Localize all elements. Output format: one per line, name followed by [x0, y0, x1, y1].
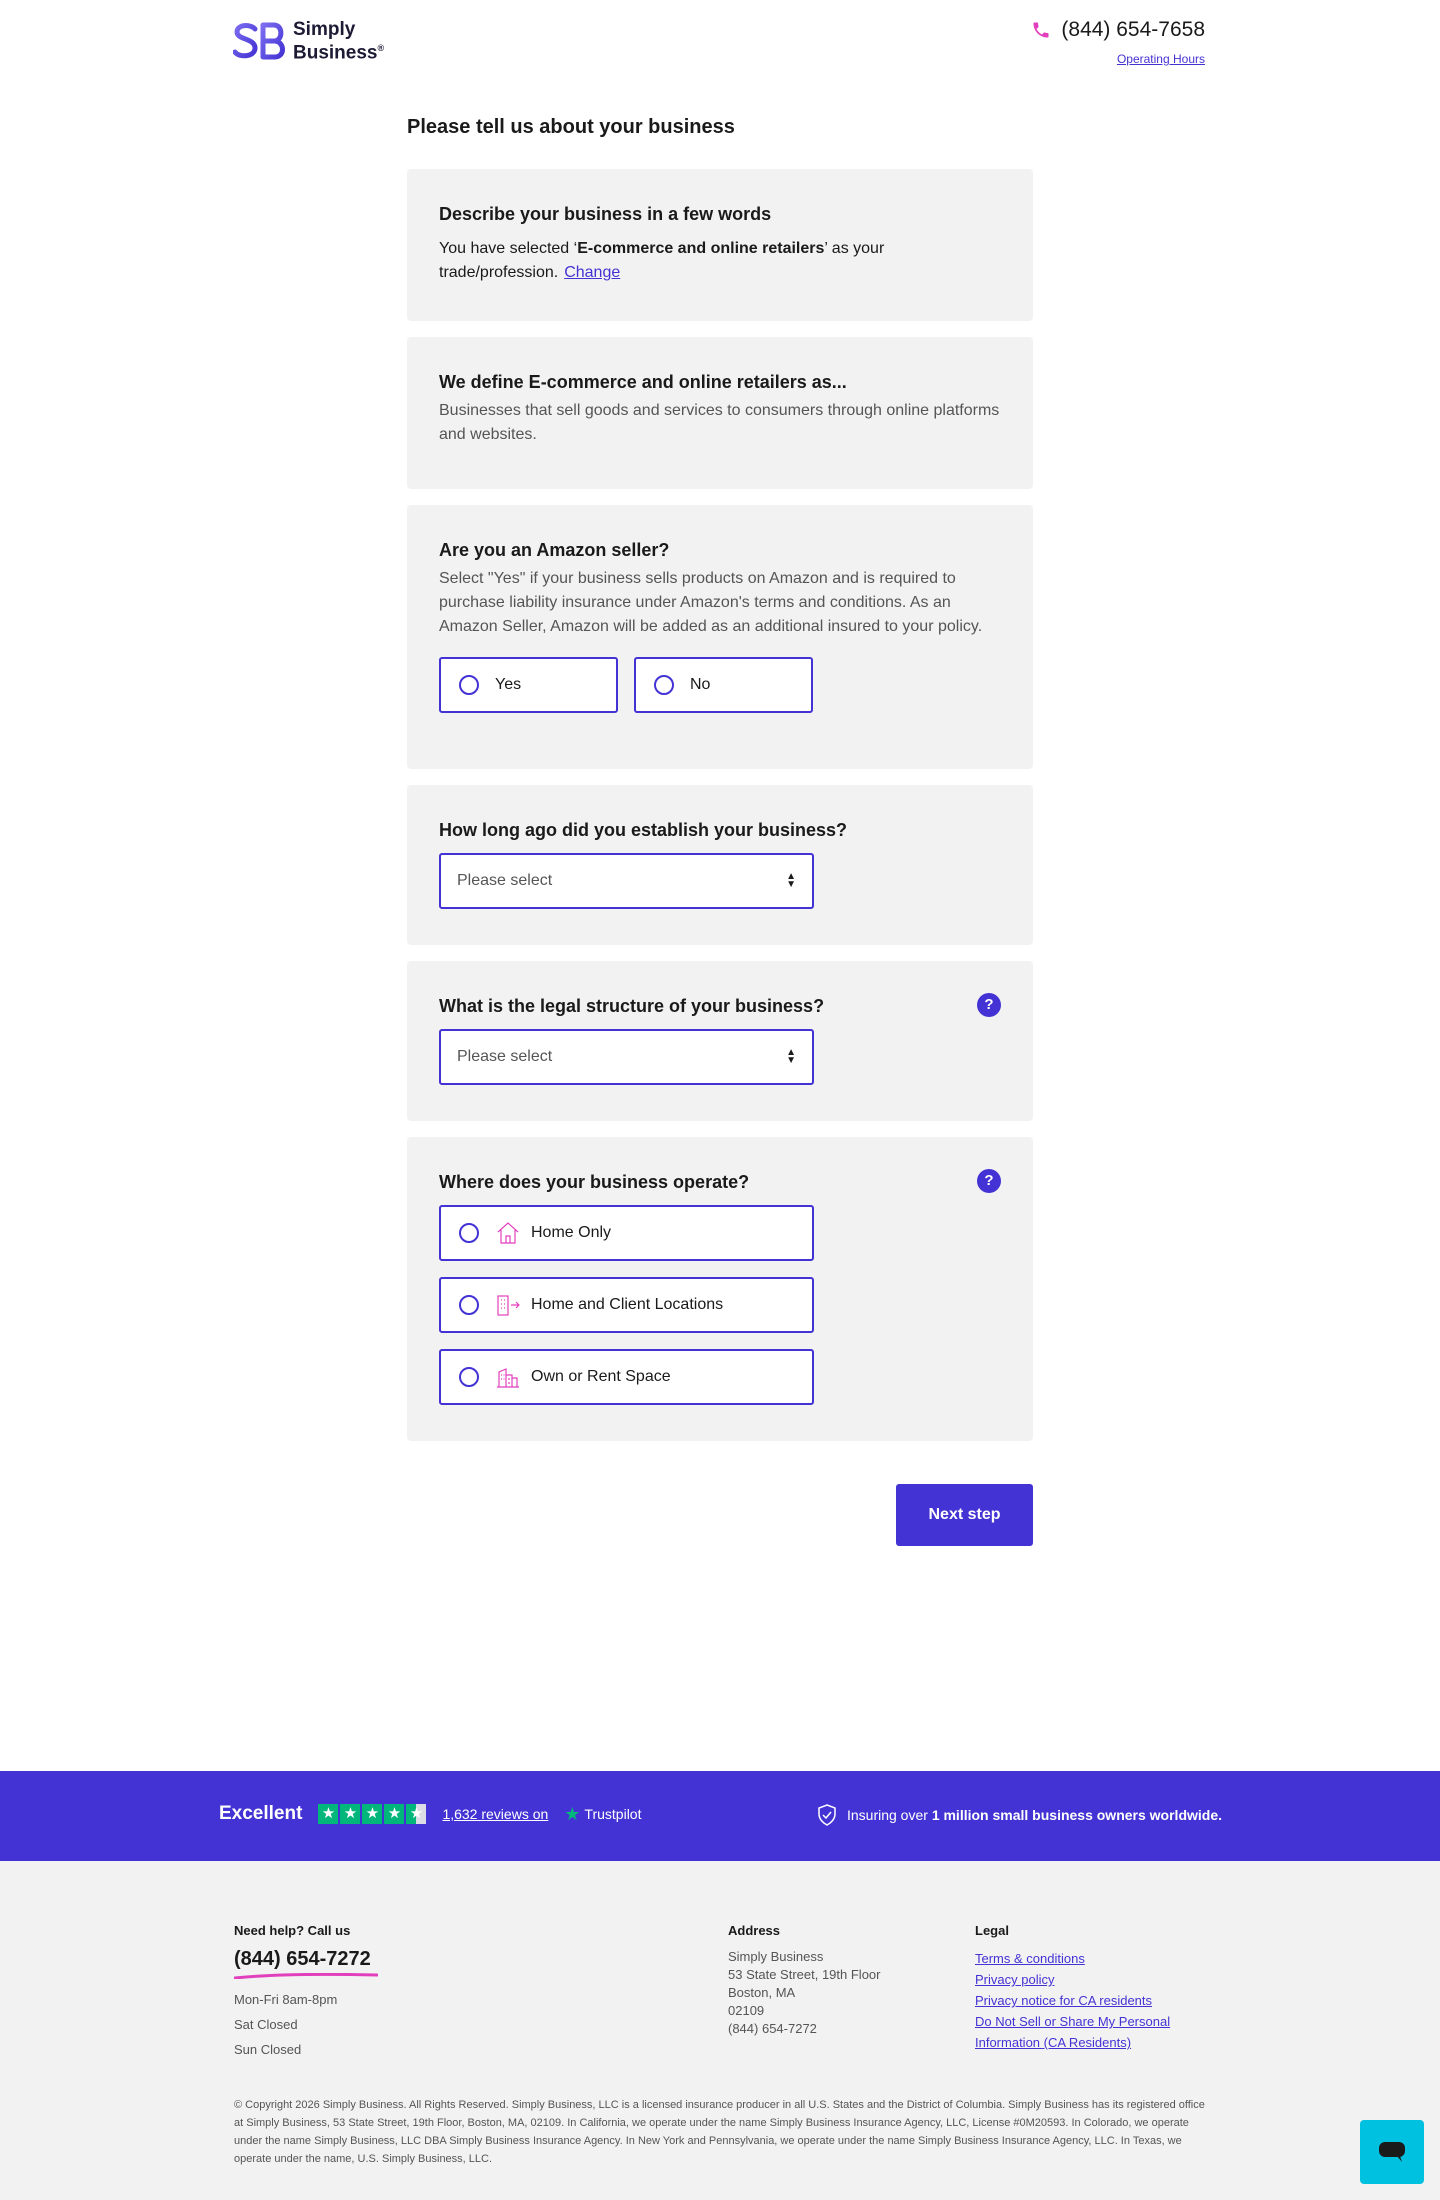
- chat-launcher-button[interactable]: [1360, 2120, 1424, 2184]
- selected-trade: E-commerce and online retailers: [577, 240, 825, 257]
- location-option-home-and-client[interactable]: Home and Client Locations: [439, 1277, 814, 1333]
- business-age-select[interactable]: Please select ▲ ▼: [439, 853, 814, 909]
- phone-icon: [1033, 22, 1049, 38]
- select-arrows-icon: ▲ ▼: [786, 1047, 796, 1066]
- office-buildings-icon: [497, 1368, 519, 1388]
- star-icon: ★: [340, 1804, 361, 1824]
- footer-hours-saturday: Sat Closed: [234, 2017, 298, 2032]
- business-location-card: Where does your business operate? ? Home…: [407, 1137, 1033, 1441]
- shield-check-icon: [818, 1804, 836, 1826]
- address-phone: (844) 654-7272: [728, 2021, 817, 2036]
- address-line: Boston, MA: [728, 1985, 796, 2000]
- trust-band: Excellent ★ ★ ★ ★ ★ 1,632 reviews on ★ T…: [0, 1771, 1440, 1861]
- ca-privacy-notice-link[interactable]: Privacy notice for CA residents: [975, 1990, 1205, 2011]
- radio-circle-icon: [459, 675, 479, 695]
- footer-help-heading: Need help? Call us: [234, 1923, 351, 1938]
- business-age-question: How long ago did you establish your busi…: [439, 820, 848, 840]
- operating-hours-link[interactable]: Operating Hours: [1117, 52, 1205, 66]
- amazon-seller-options: Yes No: [439, 657, 1001, 713]
- copyright-text: © Copyright 2026 Simply Business. All Ri…: [234, 2099, 1205, 2165]
- footer-help-column: Need help? Call us (844) 654-7272 Mon-Fr…: [234, 1923, 378, 2062]
- footer-legal-heading: Legal: [975, 1923, 1009, 1938]
- trustpilot-rating-label: Excellent: [219, 1803, 303, 1824]
- trustpilot-stars: ★ ★ ★ ★ ★: [318, 1804, 427, 1824]
- footer-hours-sunday: Sun Closed: [234, 2042, 302, 2057]
- header-phone-number[interactable]: (844) 654-7658: [1061, 18, 1205, 42]
- trustpilot-reviews-link[interactable]: 1,632 reviews on: [442, 1806, 548, 1822]
- business-location-question: Where does your business operate?: [439, 1172, 750, 1192]
- describe-business-card: Describe your business in a few words Yo…: [407, 169, 1033, 321]
- terms-link[interactable]: Terms & conditions: [975, 1948, 1205, 1969]
- footer-help-phone[interactable]: (844) 654-7272: [234, 1948, 371, 1971]
- next-step-button[interactable]: Next step: [896, 1484, 1033, 1546]
- describe-business-title: Describe your business in a few words: [439, 204, 772, 224]
- star-icon: ★: [318, 1804, 339, 1824]
- footer-address-column: Address Simply Business 53 State Street,…: [728, 1923, 880, 2038]
- chat-icon: [1379, 2142, 1405, 2162]
- radio-circle-icon: [459, 1295, 479, 1315]
- house-icon: [497, 1222, 519, 1244]
- building-arrow-icon: [497, 1295, 520, 1316]
- trustpilot-logo: ★ Trustpilot: [564, 1803, 642, 1824]
- select-arrows-icon: ▲ ▼: [786, 871, 796, 890]
- insuring-statement: Insuring over 1 million small business o…: [817, 1804, 1222, 1826]
- amazon-seller-card: Are you an Amazon seller? Select "Yes" i…: [407, 505, 1033, 769]
- footer-address-heading: Address: [728, 1923, 781, 1938]
- header-contact: (844) 654-7658 Operating Hours: [1031, 18, 1205, 68]
- logo-wordmark: Simply Business®: [293, 19, 385, 64]
- location-option-home-only[interactable]: Home Only: [439, 1205, 814, 1261]
- change-trade-link[interactable]: Change: [564, 264, 620, 281]
- amazon-seller-help-text: Select "Yes" if your business sells prod…: [439, 570, 983, 635]
- location-option-own-or-rent[interactable]: Own or Rent Space: [439, 1349, 814, 1405]
- do-not-sell-link[interactable]: Do Not Sell or Share My Personal Informa…: [975, 2011, 1205, 2053]
- address-line: 02109: [728, 2003, 765, 2018]
- radio-circle-icon: [459, 1367, 479, 1387]
- sb-logo-icon: [233, 22, 285, 60]
- footer-legal-column: Legal Terms & conditions Privacy policy …: [975, 1923, 1205, 2053]
- address-line: 53 State Street, 19th Floor: [728, 1967, 881, 1982]
- trustpilot-widget[interactable]: Excellent ★ ★ ★ ★ ★ 1,632 reviews on ★ T…: [219, 1803, 641, 1825]
- business-details-form: Please tell us about your business Descr…: [407, 112, 1033, 1546]
- site-header: Simply Business® (844) 654-7658 Operatin…: [0, 0, 1440, 80]
- business-age-card: How long ago did you establish your busi…: [407, 785, 1033, 945]
- legal-structure-select[interactable]: Please select ▲ ▼: [439, 1029, 814, 1085]
- half-star-icon: ★: [406, 1804, 427, 1824]
- legal-structure-help-icon[interactable]: ?: [977, 993, 1001, 1017]
- pink-underline-decoration: [234, 1973, 378, 1979]
- amazon-seller-question: Are you an Amazon seller?: [439, 540, 670, 560]
- simply-business-logo[interactable]: Simply Business®: [233, 20, 384, 62]
- definition-card: We define E-commerce and online retailer…: [407, 337, 1033, 489]
- business-location-help-icon[interactable]: ?: [977, 1169, 1001, 1193]
- selected-trade-text: You have selected ‘E-commerce and online…: [439, 240, 885, 281]
- radio-circle-icon: [654, 675, 674, 695]
- trustpilot-star-icon: ★: [564, 1803, 581, 1824]
- legal-structure-card: What is the legal structure of your busi…: [407, 961, 1033, 1121]
- privacy-policy-link[interactable]: Privacy policy: [975, 1969, 1205, 1990]
- star-icon: ★: [384, 1804, 405, 1824]
- site-footer: Need help? Call us (844) 654-7272 Mon-Fr…: [0, 1861, 1440, 2200]
- page-title: Please tell us about your business: [407, 116, 735, 138]
- legal-structure-question: What is the legal structure of your busi…: [439, 996, 825, 1016]
- definition-text: Businesses that sell goods and services …: [439, 402, 1000, 443]
- footer-hours-weekday: Mon-Fri 8am-8pm: [234, 1992, 338, 2007]
- amazon-yes-option[interactable]: Yes: [439, 657, 618, 713]
- star-icon: ★: [362, 1804, 383, 1824]
- radio-circle-icon: [459, 1223, 479, 1243]
- definition-title: We define E-commerce and online retailer…: [439, 372, 847, 392]
- address-line: Simply Business: [728, 1949, 824, 1964]
- amazon-no-option[interactable]: No: [634, 657, 813, 713]
